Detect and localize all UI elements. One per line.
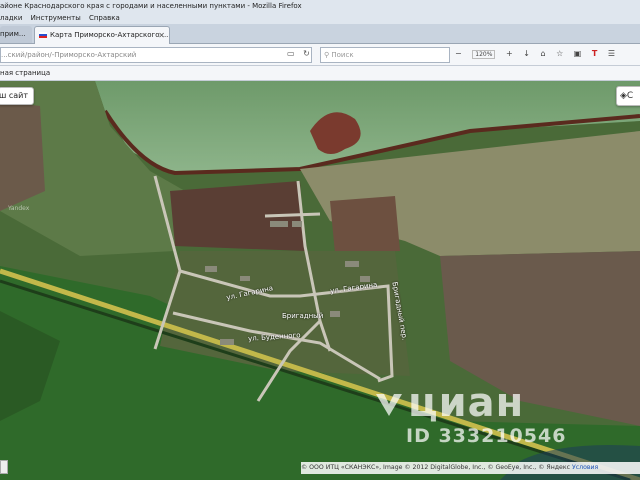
map-attribution: © ООО ИТЦ «СКАНЭКС», Image © 2012 Digita…	[301, 462, 640, 474]
search-placeholder: Поиск	[331, 51, 354, 59]
bookmark-star-icon[interactable]: ☆	[556, 49, 563, 58]
toolbar-icons: − 120% + ↓ ⌂ ☆ ▣ T ☰	[455, 47, 623, 61]
menu-item-bookmarks[interactable]: ладки	[0, 14, 22, 22]
close-tab-icon[interactable]: ✕	[158, 27, 165, 44]
bookmark-home-page[interactable]: ная страница	[0, 69, 50, 77]
download-icon[interactable]: ↓	[523, 49, 530, 58]
addon-t-icon[interactable]: T	[592, 49, 597, 58]
your-site-label: ш сайт	[0, 91, 29, 100]
menu-icon[interactable]: ☰	[608, 49, 615, 58]
field-plot	[330, 196, 400, 253]
menu-bar: ладки Инструменты Справка	[0, 12, 640, 24]
russia-flag-icon	[39, 32, 47, 38]
map-layers-button[interactable]: ◈С	[616, 86, 640, 106]
layers-label: С	[626, 91, 634, 101]
satellite-imagery	[0, 81, 640, 480]
tab-label: прим...	[0, 30, 26, 38]
window-titlebar: айоне Краснодарского края с городами и н…	[0, 0, 640, 12]
tab-previous[interactable]: прим...	[0, 26, 32, 43]
tab-strip: прим... Карта Приморско-Ахтарского ... ✕…	[0, 24, 640, 64]
menu-item-tools[interactable]: Инструменты	[31, 14, 81, 22]
url-bar[interactable]: ...ский/район/-Приморско-Ахтарский	[0, 47, 312, 63]
reader-icon[interactable]: ▭	[287, 49, 295, 58]
zoom-out-icon[interactable]: −	[455, 49, 462, 58]
cian-watermark-id: ID 333210546	[406, 425, 567, 447]
bookmarks-toolbar: ная страница	[0, 66, 640, 81]
home-icon[interactable]: ⌂	[540, 49, 545, 58]
street-label-brigadny: Бригадный	[282, 312, 324, 320]
map-scale-handle[interactable]	[0, 460, 8, 474]
search-input[interactable]: ⚲ Поиск	[320, 47, 450, 63]
cian-logo-icon	[376, 394, 402, 416]
layers-icon: ◈	[620, 91, 627, 101]
attribution-text: © ООО ИТЦ «СКАНЭКС», Image © 2012 Digita…	[301, 464, 570, 471]
reload-icon[interactable]: ↻	[303, 49, 310, 58]
window-title: айоне Краснодарского края с городами и н…	[0, 2, 302, 10]
satellite-map[interactable]: ул. Гагарина ул. Гагарина Бригадный ул. …	[0, 81, 640, 480]
pocket-icon[interactable]: ▣	[574, 49, 582, 58]
cian-watermark-brand: циан	[408, 380, 525, 426]
yandex-watermark: Yandex	[8, 205, 30, 212]
terms-link[interactable]: Условия	[572, 464, 598, 471]
tab-map[interactable]: Карта Приморско-Ахтарского ... ✕	[34, 26, 170, 44]
search-icon: ⚲	[324, 51, 330, 59]
url-actions: ▭ ↻	[287, 47, 310, 61]
zoom-level[interactable]: 120%	[472, 50, 496, 59]
url-text: ...ский/район/-Приморско-Ахтарский	[1, 51, 137, 59]
your-site-button[interactable]: ш сайт	[0, 87, 34, 105]
zoom-in-icon[interactable]: +	[506, 49, 513, 58]
tab-label: Карта Приморско-Ахтарского ...	[50, 31, 169, 39]
menu-item-help[interactable]: Справка	[89, 14, 120, 22]
navigation-toolbar: ...ский/район/-Приморско-Ахтарский ▭ ↻ ⚲…	[0, 44, 640, 66]
